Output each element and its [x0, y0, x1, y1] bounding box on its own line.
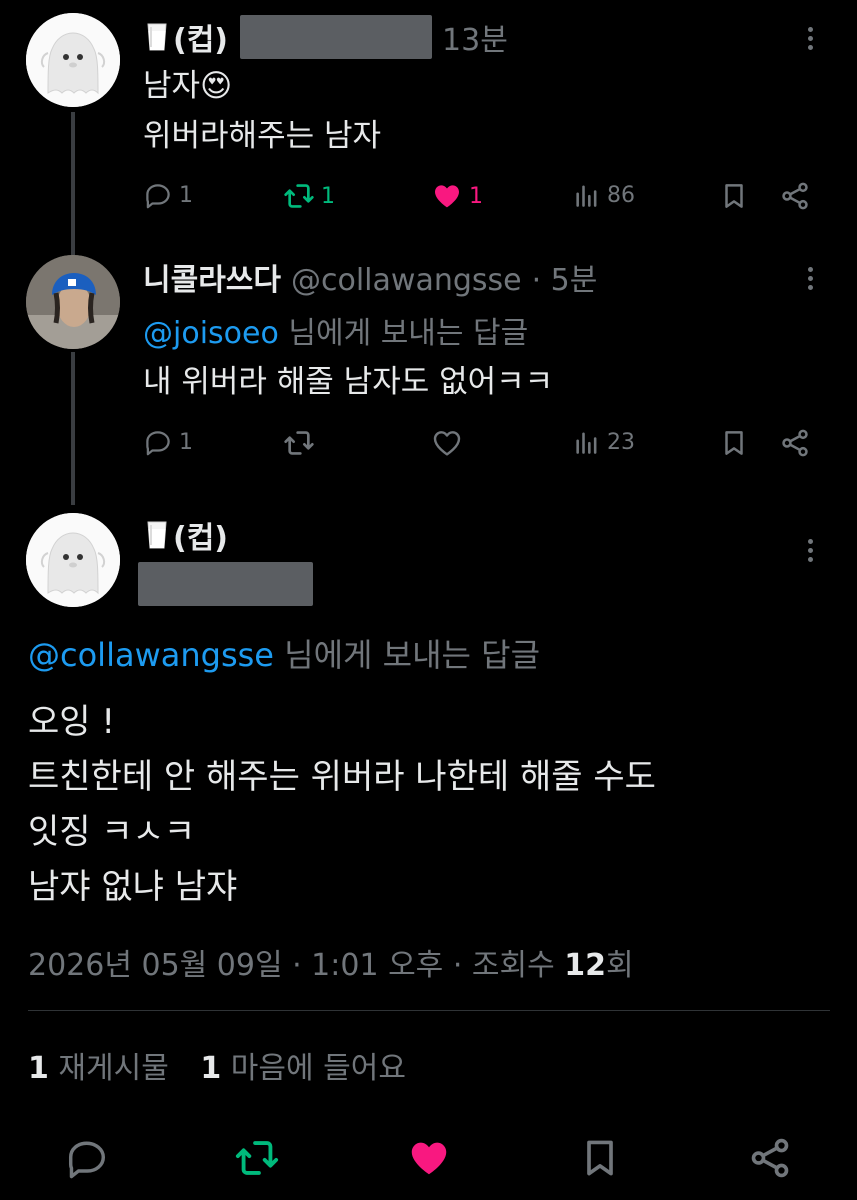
thread-line [71, 352, 75, 505]
repost-icon [283, 180, 315, 212]
reply-icon [143, 180, 173, 210]
reply-button[interactable] [64, 1135, 110, 1181]
display-name[interactable]: (컵) [173, 513, 228, 557]
post-1[interactable]: (컵) 13분 남자😍 위버라해주는 남자 1 1 1 86 [0, 0, 857, 255]
likes-stat[interactable]: 1 마음에 들어요 [200, 1051, 406, 1086]
redacted-handle [138, 562, 313, 606]
action-bar: 1 23 [143, 427, 823, 463]
views-button[interactable]: 86 [573, 180, 635, 210]
bookmark-button[interactable] [578, 1135, 622, 1181]
reply-button[interactable]: 1 [143, 180, 193, 210]
reply-icon [64, 1135, 110, 1181]
post-text-line-2: 위버라해주는 남자 [143, 118, 382, 154]
share-button[interactable] [779, 180, 811, 212]
share-icon [779, 427, 811, 459]
user-handle[interactable]: @collawangsse [291, 263, 522, 298]
more-icon[interactable] [808, 535, 814, 566]
milk-glass-icon [145, 21, 169, 53]
reposts-stat[interactable]: 1 재게시물 [28, 1051, 178, 1086]
post-text-line: 잇징 ㅋㅅㅋ [28, 812, 196, 852]
post-text-line: 트친한테 안 해주는 위버라 나한테 해줄 수도 [28, 757, 656, 797]
repost-button[interactable] [283, 427, 315, 459]
like-button[interactable]: 1 [431, 180, 483, 212]
ghost-avatar-icon [26, 13, 120, 107]
reply-context: @collawangsse 님에게 보내는 답글 [28, 636, 541, 674]
ghost-avatar-icon [26, 513, 120, 607]
more-icon[interactable] [808, 23, 814, 54]
like-button[interactable] [405, 1135, 453, 1181]
redacted-handle [240, 15, 433, 59]
display-name[interactable]: 니콜라쓰다 [143, 255, 281, 299]
reply-to-handle[interactable]: @collawangsse [28, 636, 274, 674]
bookmark-button[interactable] [719, 180, 749, 212]
more-icon[interactable] [808, 263, 814, 294]
repost-button[interactable] [233, 1135, 281, 1181]
main-post: (컵) @collawangsse 님에게 보내는 답글 오잉 ! 트친한테 안… [0, 505, 857, 1200]
post-time[interactable]: 13분 [442, 15, 508, 59]
bookmark-icon [578, 1135, 622, 1181]
post-time[interactable]: · 5분 [532, 255, 598, 299]
avatar[interactable] [26, 13, 120, 107]
display-name[interactable]: (컵) [173, 15, 228, 59]
post-timestamp: 2026년 05월 09일 · 1:01 오후 · 조회수 12회 [28, 948, 634, 983]
reply-context: @joisoeo 님에게 보내는 답글 [143, 316, 529, 351]
views-icon [573, 427, 601, 457]
post-header: 니콜라쓰다 @collawangsse · 5분 [143, 255, 597, 299]
post-header: (컵) 13분 [145, 15, 508, 59]
avatar[interactable] [26, 255, 120, 349]
share-button[interactable] [746, 1135, 794, 1181]
post-header: (컵) [145, 513, 228, 557]
repost-button[interactable]: 1 [283, 180, 335, 212]
engagement-stats: 1 재게시물 1 마음에 들어요 [28, 1043, 406, 1087]
repost-icon [233, 1135, 281, 1181]
post-body: 오잉 ! 트친한테 안 해주는 위버라 나한테 해줄 수도 잇징 ㅋㅅㅋ 남쟈 … [28, 695, 656, 915]
reply-icon [143, 427, 173, 457]
view-count: 12 [564, 948, 606, 983]
main-action-bar [0, 1135, 857, 1185]
avatar[interactable] [26, 513, 120, 607]
reply-to-handle[interactable]: @joisoeo [143, 316, 279, 351]
post-text-line: 오잉 ! [28, 702, 115, 742]
user-photo-avatar [26, 255, 120, 349]
share-icon [779, 180, 811, 212]
heart-icon [431, 427, 463, 459]
post-text-line: 남쟈 없냐 남쟈 [28, 867, 238, 907]
heart-icon [405, 1135, 453, 1181]
heart-icon [431, 180, 463, 212]
action-bar: 1 1 1 86 [143, 180, 823, 216]
heart-eyes-emoji: 😍 [200, 68, 233, 104]
repost-icon [283, 427, 315, 459]
share-button[interactable] [779, 427, 811, 459]
reply-button[interactable]: 1 [143, 427, 193, 457]
milk-glass-icon [145, 519, 169, 551]
bookmark-icon [719, 180, 749, 212]
bookmark-icon [719, 427, 749, 459]
bookmark-button[interactable] [719, 427, 749, 459]
post-2[interactable]: 니콜라쓰다 @collawangsse · 5분 @joisoeo 님에게 보내… [0, 250, 857, 505]
thread-line [71, 112, 75, 255]
post-text-line-1: 남자😍 [143, 68, 233, 104]
share-icon [746, 1135, 794, 1181]
views-button[interactable]: 23 [573, 427, 635, 457]
post-text: 내 위버라 해줄 남자도 없어ㅋㅋ [143, 364, 554, 400]
views-icon [573, 180, 601, 210]
like-button[interactable] [431, 427, 463, 459]
divider [28, 1010, 830, 1011]
